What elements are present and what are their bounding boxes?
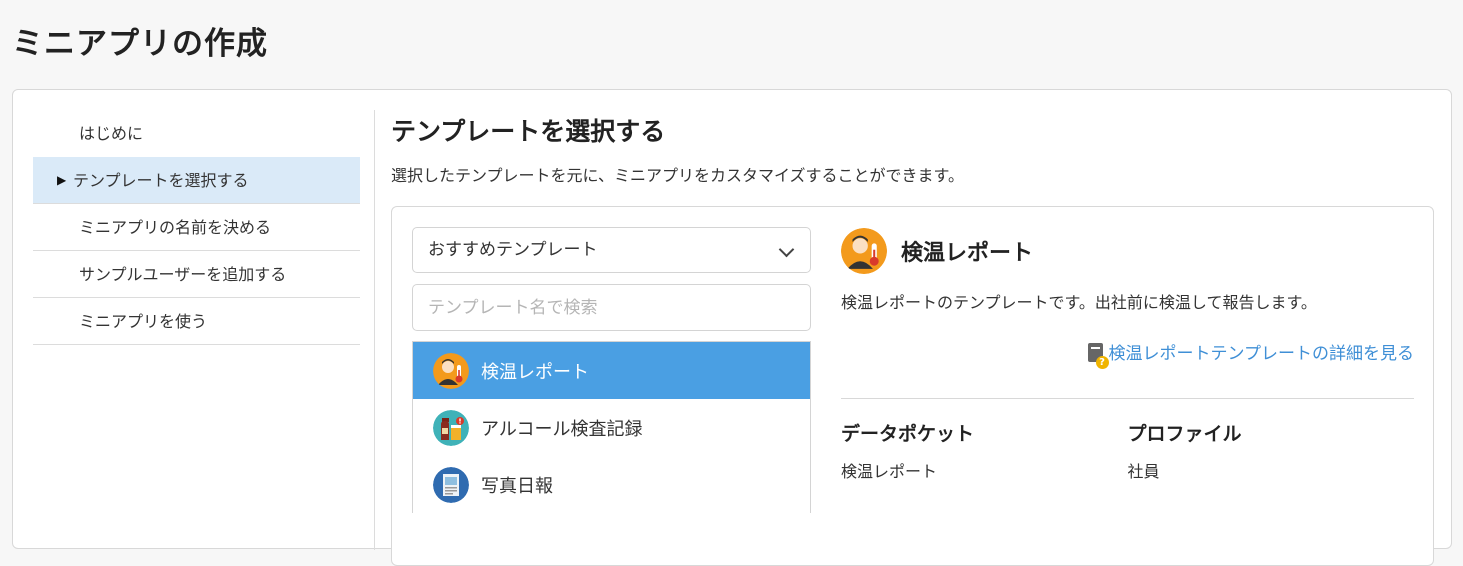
step-label: ミニアプリの名前を決める <box>79 218 272 237</box>
template-name: 写真日報 <box>481 475 553 497</box>
template-details-link[interactable]: 検温レポートテンプレートの詳細を見る <box>1087 343 1415 369</box>
step-name-app[interactable]: ミニアプリの名前を決める <box>33 204 360 251</box>
template-panel: おすすめテンプレート 検温レポート <box>391 206 1434 566</box>
datapocket-column: データポケット 検温レポート <box>841 419 1128 482</box>
template-list: 検温レポート アルコール検査記録 写真日報 <box>412 341 811 513</box>
detail-link-row: 検温レポートテンプレートの詳細を見る <box>841 339 1415 369</box>
detail-description: 検温レポートのテンプレートです。出社前に検温して報告します。 <box>841 293 1317 312</box>
triangle-right-icon: ▶ <box>57 173 67 187</box>
page-title: ミニアプリの作成 <box>12 26 268 62</box>
detail-header: 検温レポート <box>841 227 1414 275</box>
thermometer-person-icon <box>433 352 469 389</box>
profile-column: プロファイル 社員 <box>1128 419 1415 482</box>
template-item-temperature-report[interactable]: 検温レポート <box>413 342 810 399</box>
datapocket-label: データポケット <box>841 423 975 445</box>
wizard-card: はじめに ▶ テンプレートを選択する ミニアプリの名前を決める サンプルユーザー… <box>12 89 1452 566</box>
datapocket-value: 検温レポート <box>841 462 938 481</box>
step-select-template[interactable]: ▶ テンプレートを選択する <box>33 157 360 204</box>
step-label: サンプルユーザーを追加する <box>79 265 287 284</box>
step-use-app[interactable]: ミニアプリを使う <box>33 298 360 345</box>
alcohol-bottle-icon <box>433 409 469 446</box>
template-name: アルコール検査記録 <box>481 418 643 440</box>
thermometer-person-icon <box>841 228 887 274</box>
template-search-input[interactable] <box>412 284 811 331</box>
detail-divider <box>841 398 1414 399</box>
template-category-dropdown[interactable]: おすすめテンプレート <box>412 227 811 273</box>
template-item-photo-report[interactable]: 写真日報 <box>413 456 810 513</box>
section-description: 選択したテンプレートを元に、ミニアプリをカスタマイズすることができます。 <box>391 166 964 185</box>
template-name: 検温レポート <box>481 361 589 383</box>
template-detail: 検温レポート 検温レポートのテンプレートです。出社前に検温して報告します。 検温… <box>841 227 1414 482</box>
chevron-down-icon <box>778 241 795 258</box>
step-label: はじめに <box>79 124 144 143</box>
step-navigation: はじめに ▶ テンプレートを選択する ミニアプリの名前を決める サンプルユーザー… <box>33 110 360 345</box>
detail-meta: データポケット 検温レポート プロファイル 社員 <box>841 419 1414 482</box>
dropdown-value: おすすめテンプレート <box>428 240 598 260</box>
step-label: ミニアプリを使う <box>79 312 208 331</box>
profile-label: プロファイル <box>1127 423 1242 445</box>
step-intro[interactable]: はじめに <box>33 110 360 157</box>
step-add-sample-users[interactable]: サンプルユーザーを追加する <box>33 251 360 298</box>
template-item-alcohol-check[interactable]: アルコール検査記録 <box>413 399 810 456</box>
section-title: テンプレートを選択する <box>391 117 666 146</box>
document-help-icon <box>1087 343 1109 369</box>
detail-title: 検温レポート <box>901 241 1034 266</box>
profile-value: 社員 <box>1127 462 1160 481</box>
photo-report-icon <box>433 466 469 503</box>
vertical-divider <box>374 110 375 550</box>
template-details-link-label: 検温レポートテンプレートの詳細を見る <box>1108 344 1415 364</box>
step-label: テンプレートを選択する <box>73 171 249 190</box>
